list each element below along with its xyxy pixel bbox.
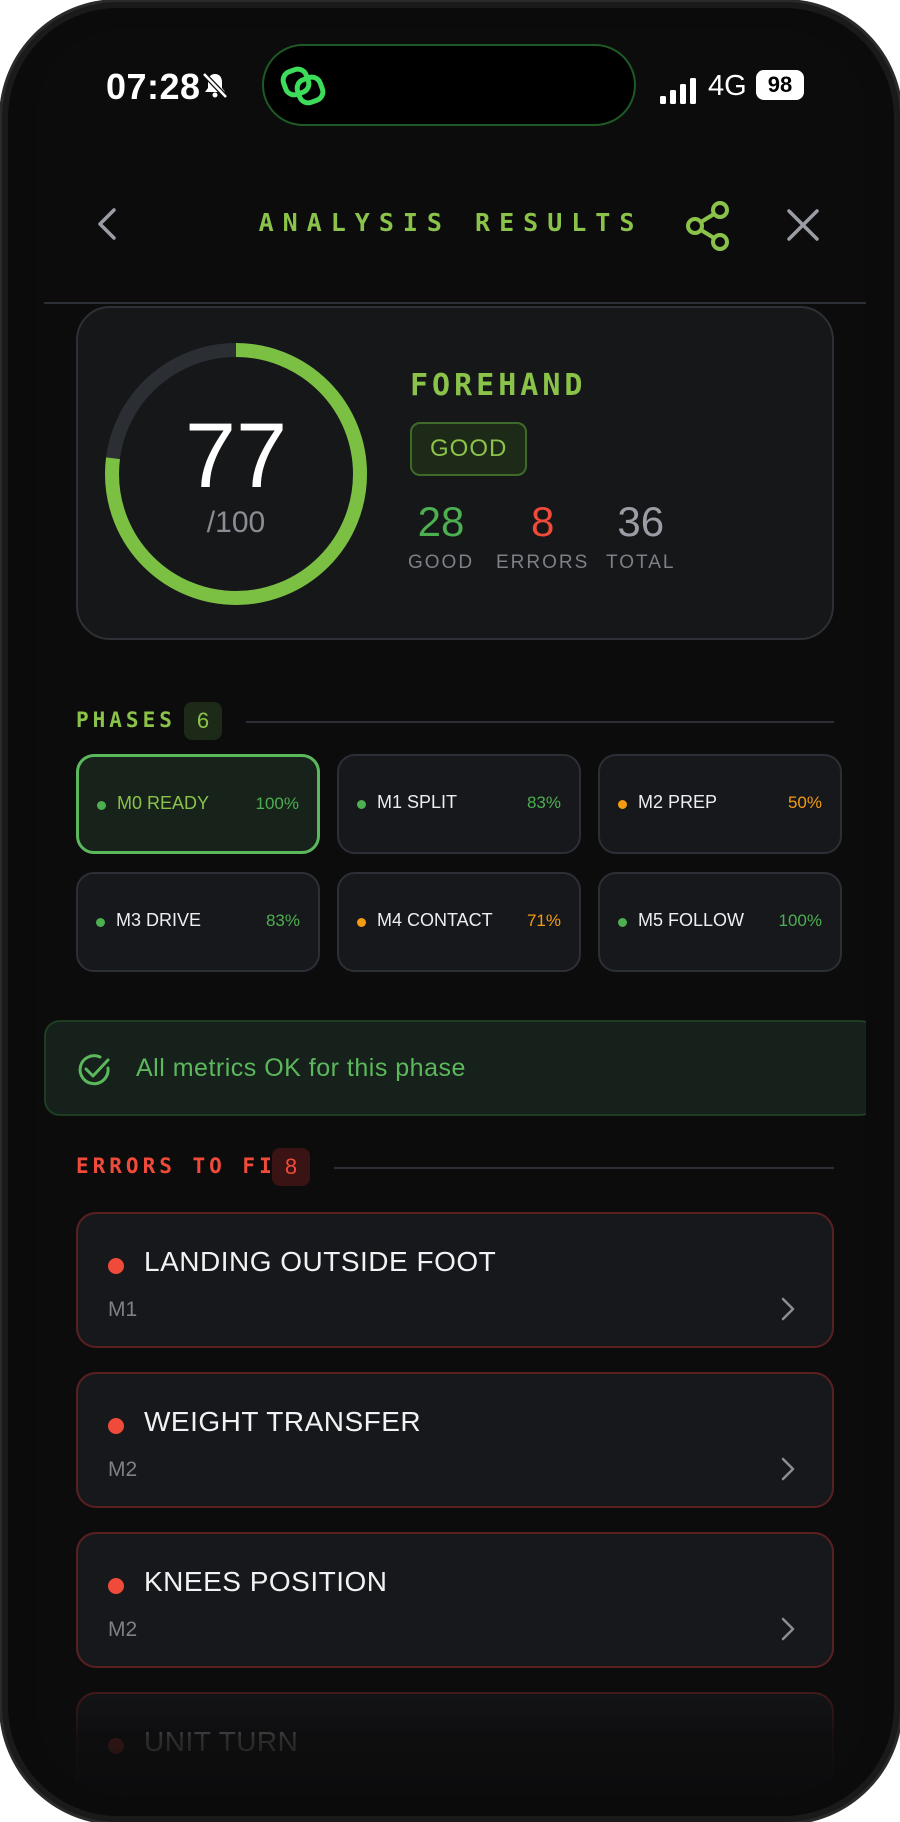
errors-section-title: ERRORS TO FIX — [76, 1154, 293, 1178]
error-dot — [108, 1578, 124, 1594]
share-icon[interactable] — [684, 200, 732, 252]
phase-card[interactable]: M1 SPLIT 83% — [337, 754, 581, 854]
error-phase: M2 — [108, 1458, 138, 1481]
phase-percent: 50% — [787, 793, 822, 812]
error-dot — [108, 1418, 124, 1434]
ok-banner: All metrics OK for this phase — [44, 1020, 866, 1116]
phase-card[interactable]: M0 READY 100% — [76, 754, 320, 854]
phase-card[interactable]: M5 FOLLOW 100% — [598, 872, 842, 972]
bottom-fade — [36, 1666, 866, 1796]
error-card[interactable]: LANDING OUTSIDE FOOT M1 — [76, 1212, 834, 1348]
stat-total-label: TOTAL — [606, 552, 676, 573]
bell-muted-icon — [202, 72, 228, 99]
stat-errors-value: 8 — [530, 498, 555, 545]
phase-status-dot — [357, 800, 366, 809]
phase-status-dot — [357, 918, 366, 927]
score-value: 77 — [184, 405, 288, 507]
phases-divider — [246, 721, 834, 723]
phase-name: M4 CONTACT — [377, 910, 493, 930]
phases-section-title: PHASES — [76, 708, 176, 732]
error-title: KNEES POSITION — [144, 1566, 388, 1597]
page-title: ANALYSIS RESULTS — [258, 208, 644, 237]
stat-good-value: 28 — [417, 498, 465, 545]
phases-count-badge: 6 — [184, 702, 222, 740]
rating-badge: GOOD — [410, 422, 528, 476]
error-card[interactable]: WEIGHT TRANSFER M2 — [76, 1372, 834, 1508]
phase-name: M3 DRIVE — [116, 910, 202, 930]
phase-status-dot — [618, 800, 627, 809]
phase-percent: 100% — [255, 794, 299, 813]
phone-frame: 07:28 4G 98 ANALYSIS RESULTS 77 /100 FOR… — [8, 8, 894, 1816]
errors-divider — [334, 1167, 834, 1169]
app-screen: 07:28 4G 98 ANALYSIS RESULTS 77 /100 FOR… — [36, 28, 866, 1796]
chevron-right-icon[interactable] — [780, 1616, 796, 1642]
errors-count-badge: 8 — [272, 1148, 310, 1186]
stat-good-label: GOOD — [408, 552, 475, 573]
phase-card[interactable]: M4 CONTACT 71% — [337, 872, 581, 972]
phase-name: M1 SPLIT — [377, 792, 458, 812]
phase-name: M0 READY — [117, 793, 210, 813]
phase-card[interactable]: M3 DRIVE 83% — [76, 872, 320, 972]
error-phase: M2 — [108, 1618, 138, 1641]
phase-percent: 83% — [265, 911, 300, 930]
score-max: /100 — [206, 506, 266, 539]
phase-status-dot — [96, 918, 105, 927]
phase-name: M2 PREP — [638, 792, 718, 812]
phase-status-dot — [618, 918, 627, 927]
signal-icon — [660, 78, 696, 104]
check-circle-icon — [78, 1054, 110, 1086]
stat-errors-label: ERRORS — [496, 552, 590, 573]
phase-card[interactable]: M2 PREP 50% — [598, 754, 842, 854]
phase-percent: 100% — [778, 911, 822, 930]
chevron-right-icon[interactable] — [780, 1296, 796, 1322]
stat-total: 36 TOTAL — [606, 498, 675, 574]
network-label: 4G — [708, 70, 747, 102]
stat-total-value: 36 — [617, 498, 665, 545]
phase-name: M5 FOLLOW — [638, 910, 745, 930]
error-card[interactable]: KNEES POSITION M2 — [76, 1532, 834, 1668]
stat-errors: 8 ERRORS — [496, 498, 589, 574]
phase-status-dot — [97, 801, 106, 810]
score-card: 77 /100 FOREHAND GOOD 28 GOOD 8 ERRORS 3… — [76, 306, 834, 640]
status-time: 07:28 — [106, 66, 201, 107]
error-dot — [108, 1258, 124, 1274]
close-icon[interactable] — [784, 206, 822, 244]
chevron-right-icon[interactable] — [780, 1456, 796, 1482]
stat-good: 28 GOOD — [408, 498, 474, 574]
battery-indicator: 98 — [756, 70, 804, 100]
phase-percent: 83% — [526, 793, 561, 812]
header-divider — [44, 302, 866, 304]
phase-percent: 71% — [526, 911, 561, 930]
ok-banner-text: All metrics OK for this phase — [136, 1054, 466, 1082]
stroke-name: FOREHAND — [410, 368, 587, 403]
dynamic-island — [262, 44, 636, 126]
error-phase: M1 — [108, 1298, 138, 1321]
error-title: WEIGHT TRANSFER — [144, 1406, 422, 1437]
app-logo-icon — [280, 66, 326, 106]
error-title: LANDING OUTSIDE FOOT — [144, 1246, 497, 1277]
